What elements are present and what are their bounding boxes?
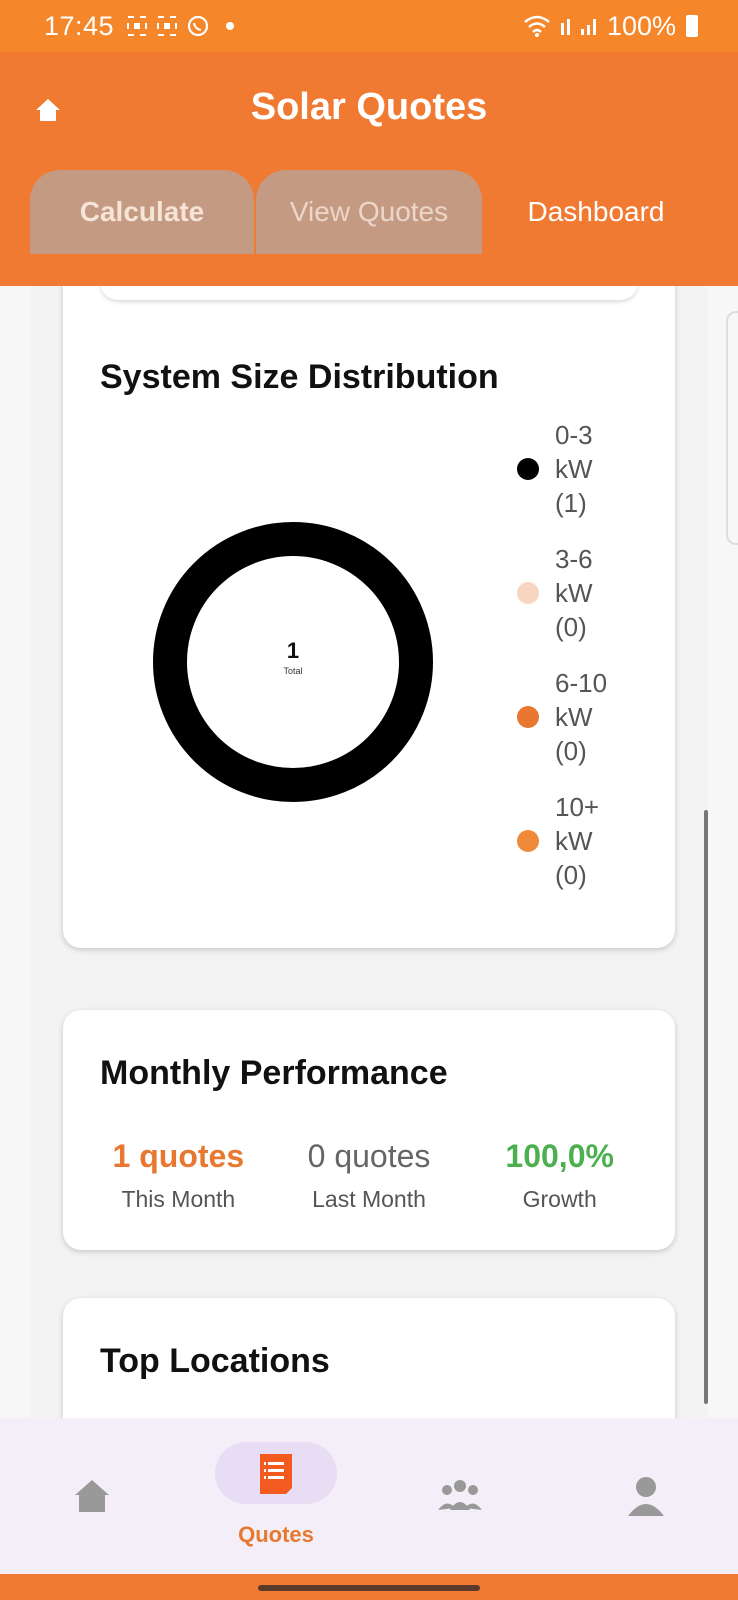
content-left-margin: [0, 286, 30, 1418]
battery-percent: 100%: [606, 10, 676, 41]
bottom-navigation: Quotes: [0, 1418, 738, 1574]
legend-label: 3-6 kW (0): [555, 544, 593, 642]
tab-view-quotes[interactable]: View Quotes: [256, 170, 482, 254]
signal-icon: [560, 19, 596, 35]
stat-growth: 100,0% Growth: [464, 1136, 655, 1213]
tab-bar: Calculate View Quotes Dashboard: [30, 170, 708, 254]
nav-team[interactable]: [400, 1418, 520, 1574]
top-locations-title: Top Locations: [100, 1342, 330, 1380]
system-size-title: System Size Distribution: [100, 358, 499, 396]
qr-scan-icon: [127, 16, 148, 36]
wifi-icon: [524, 15, 550, 37]
home-icon: [75, 1480, 109, 1512]
legend-label: 10+ kW (0): [555, 792, 600, 890]
stat-value: 100,0%: [505, 1138, 614, 1174]
stat-last-month: 0 quotes Last Month: [274, 1136, 465, 1213]
edge-panel-handle[interactable]: [726, 311, 738, 545]
users-group-icon: [438, 1480, 482, 1510]
qr-scan-icon: [157, 16, 178, 36]
battery-icon: [686, 15, 698, 37]
chart-legend: 0-3 kW (1) 3-6 kW (0) 6-10 kW (0) 10+ kW (0): [517, 418, 637, 914]
app-title: Solar Quotes: [250, 86, 488, 128]
status-right: 100%: [523, 11, 698, 42]
status-time: 17:45: [44, 10, 115, 41]
stat-value: 0 quotes: [307, 1138, 431, 1174]
nav-quotes[interactable]: [215, 1418, 337, 1530]
scrollbar-thumb[interactable]: [704, 810, 708, 1404]
status-bar: 17:45 100%: [0, 0, 738, 52]
person-icon: [628, 1477, 664, 1516]
stat-label: This Month: [121, 1186, 236, 1212]
previous-card-bottom: [100, 286, 638, 300]
legend-item: 3-6 kW (0): [517, 542, 637, 666]
legend-dot: [517, 706, 539, 728]
tab-dashboard[interactable]: Dashboard: [484, 170, 708, 254]
app-header: Solar Quotes Calculate View Quotes Dashb…: [0, 52, 738, 286]
legend-item: 6-10 kW (0): [517, 666, 637, 790]
stat-label: Last Month: [312, 1186, 426, 1212]
legend-item: 10+ kW (0): [517, 790, 637, 914]
legend-dot: [517, 458, 539, 480]
stat-label: Growth: [522, 1186, 597, 1212]
monthly-performance-card: Monthly Performance 1 quotes This Month …: [63, 1010, 675, 1250]
nav-quotes-label: Quotes: [238, 1522, 314, 1547]
donut-total-label: Total: [283, 666, 303, 676]
quotes-icon: [260, 1454, 292, 1494]
legend-label: 0-3 kW (1): [555, 420, 593, 518]
top-locations-card: Top Locations: [63, 1298, 675, 1418]
stat-value: 1 quotes: [112, 1138, 245, 1174]
notification-icons: [126, 14, 235, 38]
tab-calculate[interactable]: Calculate: [30, 170, 254, 254]
dashboard-content[interactable]: System Size Distribution 1 Total 0-3 kW (1…: [0, 286, 738, 1418]
nav-profile[interactable]: [586, 1418, 706, 1574]
monthly-performance-title: Monthly Performance: [100, 1054, 448, 1092]
dot-icon: [226, 22, 235, 30]
legend-label: 6-10 kW (0): [555, 668, 608, 766]
nav-home[interactable]: [32, 1418, 152, 1574]
performance-stats: 1 quotes This Month 0 quotes Last Month …: [83, 1136, 655, 1213]
whatsapp-icon: [187, 15, 209, 37]
home-gesture-handle[interactable]: [258, 1585, 480, 1591]
donut-total-value: 1: [286, 638, 300, 663]
system-size-card: System Size Distribution 1 Total 0-3 kW (1…: [63, 286, 675, 948]
legend-dot: [517, 582, 539, 604]
donut-chart: 1 Total: [151, 520, 435, 804]
stat-this-month: 1 quotes This Month: [83, 1136, 274, 1213]
gesture-bar: [0, 1574, 738, 1600]
legend-dot: [517, 830, 539, 852]
legend-item: 0-3 kW (1): [517, 418, 637, 542]
